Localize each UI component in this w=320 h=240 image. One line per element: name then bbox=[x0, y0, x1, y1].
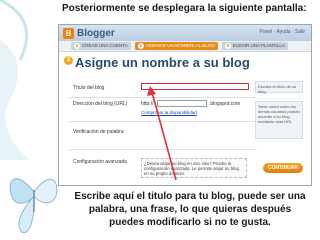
divider bbox=[69, 97, 257, 98]
word-verification-label: Verificación de palabra bbox=[73, 129, 124, 135]
blog-address-input[interactable] bbox=[157, 100, 207, 107]
check-availability-link[interactable]: Comprobar la disponibilidad bbox=[141, 110, 197, 115]
blogger-logo: B Blogger bbox=[63, 27, 115, 39]
blogger-b-icon: B bbox=[63, 27, 74, 39]
blog-title-input[interactable] bbox=[141, 83, 249, 90]
divider bbox=[69, 121, 257, 122]
bottom-caption: Escribe aquí el titulo para tu blog, pue… bbox=[74, 191, 306, 228]
top-caption: Posteriormente se desplegara la siguient… bbox=[62, 3, 307, 14]
header-links[interactable]: Panel · Ayuda · Salir bbox=[260, 29, 306, 35]
step-number-badge: 2 bbox=[64, 56, 73, 65]
blogger-logo-text: Blogger bbox=[77, 27, 115, 39]
butterfly-illustration bbox=[9, 178, 58, 234]
step-create-account: 1 CREAR UNA CUENTA bbox=[71, 42, 131, 50]
decorative-background bbox=[0, 0, 30, 160]
url-help-note: Tanto usted como los demás usuarios podr… bbox=[255, 101, 303, 139]
address-suffix: .blogspot.com bbox=[209, 101, 241, 107]
blog-title-label: Título del blog bbox=[73, 85, 105, 91]
advanced-settings-label: Configuración avanzada bbox=[73, 159, 127, 165]
blogger-header: B Blogger Panel · Ayuda · Salir bbox=[59, 25, 311, 41]
step-choose-template: 3 ELEGIR UNA PLANTILLA bbox=[221, 42, 288, 50]
continue-button[interactable]: CONTINUAR bbox=[263, 163, 303, 173]
progress-steps: 1 CREAR UNA CUENTA 2 ASIGNAR UN NOMBRE AL … bbox=[59, 41, 311, 52]
divider bbox=[69, 149, 257, 150]
advanced-settings-note: ¿Desea alojar su blog en otro sitio? Pru… bbox=[141, 158, 247, 178]
address-prefix: http:// bbox=[141, 101, 154, 107]
title-help-note: Escriba el título de su blog. bbox=[255, 81, 303, 94]
blog-address-label: Dirección del blog (URL) bbox=[73, 101, 128, 107]
blogger-screenshot: B Blogger Panel · Ayuda · Salir 1 CREAR U… bbox=[58, 24, 312, 186]
page-title: Asigne un nombre a su blog bbox=[75, 55, 250, 70]
step-name-blog: 2 ASIGNAR UN NOMBRE AL BLOG bbox=[134, 42, 218, 50]
